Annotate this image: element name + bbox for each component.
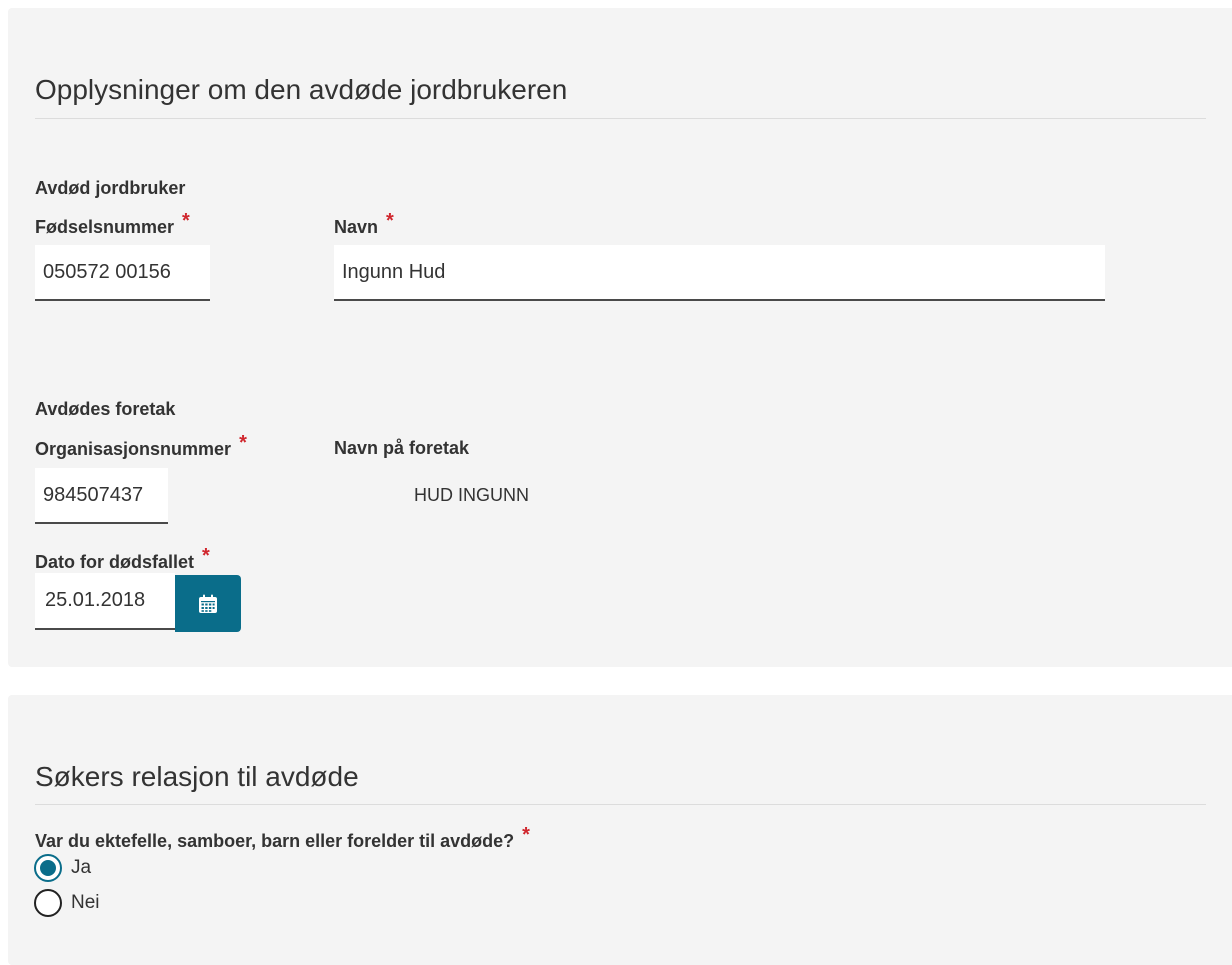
name-input[interactable] (334, 245, 1105, 301)
section-divider (35, 804, 1206, 805)
required-marker: * (202, 545, 210, 567)
company-name-value: HUD INGUNN (414, 485, 529, 505)
ssn-label: Fødselsnummer * (35, 210, 190, 237)
radio-button-nei[interactable] (34, 889, 62, 917)
ssn-input[interactable] (35, 245, 210, 301)
radio-label-nei: Nei (71, 892, 100, 913)
relation-question-label: Var du ektefelle, samboer, barn eller fo… (35, 824, 530, 851)
section-divider (35, 118, 1206, 119)
required-marker: * (522, 824, 530, 846)
radio-option-nei[interactable]: Nei (34, 889, 100, 917)
section-title-relation: Søkers relasjon til avdøde (35, 761, 359, 792)
section-title-deceased: Opplysninger om den avdøde jordbrukeren (35, 74, 568, 105)
applicant-relation-panel: Søkers relasjon til avdøde Var du ektefe… (8, 695, 1232, 965)
radio-selected-dot (40, 860, 56, 876)
org-number-label: Organisasjonsnummer * (35, 432, 247, 459)
date-of-death-label: Dato for dødsfallet * (35, 545, 210, 572)
calendar-button[interactable] (175, 575, 241, 632)
group-label-deceased-farmer: Avdød jordbruker (35, 178, 186, 198)
calendar-icon (199, 594, 217, 613)
required-marker: * (239, 432, 247, 454)
name-label: Navn * (334, 210, 394, 237)
required-marker: * (386, 210, 394, 232)
group-label-company: Avdødes foretak (35, 399, 176, 419)
deceased-farmer-panel: Opplysninger om den avdøde jordbrukeren … (8, 8, 1232, 667)
radio-option-ja[interactable]: Ja (34, 854, 91, 882)
org-number-input[interactable] (35, 468, 168, 524)
company-name-label: Navn på foretak (334, 438, 470, 458)
radio-label-ja: Ja (71, 857, 92, 878)
date-of-death-input[interactable] (35, 573, 175, 630)
required-marker: * (182, 210, 190, 232)
radio-button-ja[interactable] (34, 854, 62, 882)
